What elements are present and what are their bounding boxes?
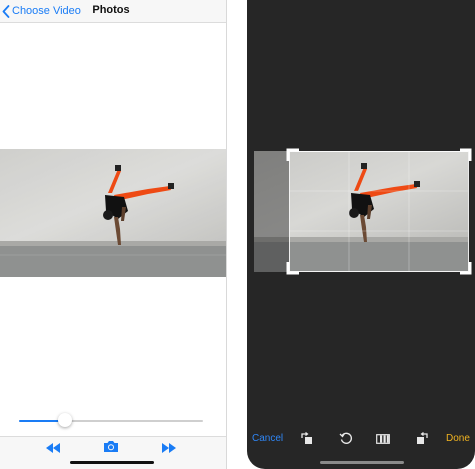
undo-rotate-icon — [339, 432, 353, 444]
rotate-right-icon — [417, 432, 428, 444]
camera-icon — [104, 441, 118, 452]
chevron-left-icon — [2, 4, 10, 18]
home-indicator — [70, 461, 154, 464]
home-indicator — [320, 461, 404, 464]
cancel-button[interactable]: Cancel — [252, 433, 283, 444]
crop-frame-overlay — [286, 148, 472, 275]
back-button-label: Choose Video — [12, 5, 81, 17]
breakdancer-photo — [0, 149, 226, 277]
aspect-ratio-button[interactable] — [376, 432, 390, 450]
fast-forward-button[interactable] — [161, 441, 177, 459]
bottom-toolbar — [0, 436, 226, 469]
right-phone-screen: Cancel Done — [247, 0, 475, 469]
reset-rotation-button[interactable] — [339, 431, 353, 450]
rewind-icon — [46, 443, 60, 453]
rotate-left-button[interactable] — [300, 431, 314, 450]
choose-video-back-button[interactable]: Choose Video — [2, 3, 81, 19]
scrubber-thumb[interactable] — [58, 413, 72, 427]
edit-toolbar: Cancel Done — [247, 428, 475, 450]
video-preview — [0, 149, 226, 277]
page-title: Photos — [92, 4, 130, 16]
navigation-bar: Choose Video Photos — [0, 0, 226, 23]
fast-forward-icon — [162, 443, 176, 453]
left-phone-screen: Choose Video Photos — [0, 0, 227, 469]
aspect-ratio-icon — [376, 434, 390, 444]
rotate-right-button[interactable] — [415, 431, 429, 450]
rewind-button[interactable] — [45, 441, 61, 459]
done-button[interactable]: Done — [446, 433, 470, 444]
camera-button[interactable] — [103, 440, 119, 458]
rotate-left-icon — [301, 432, 312, 444]
